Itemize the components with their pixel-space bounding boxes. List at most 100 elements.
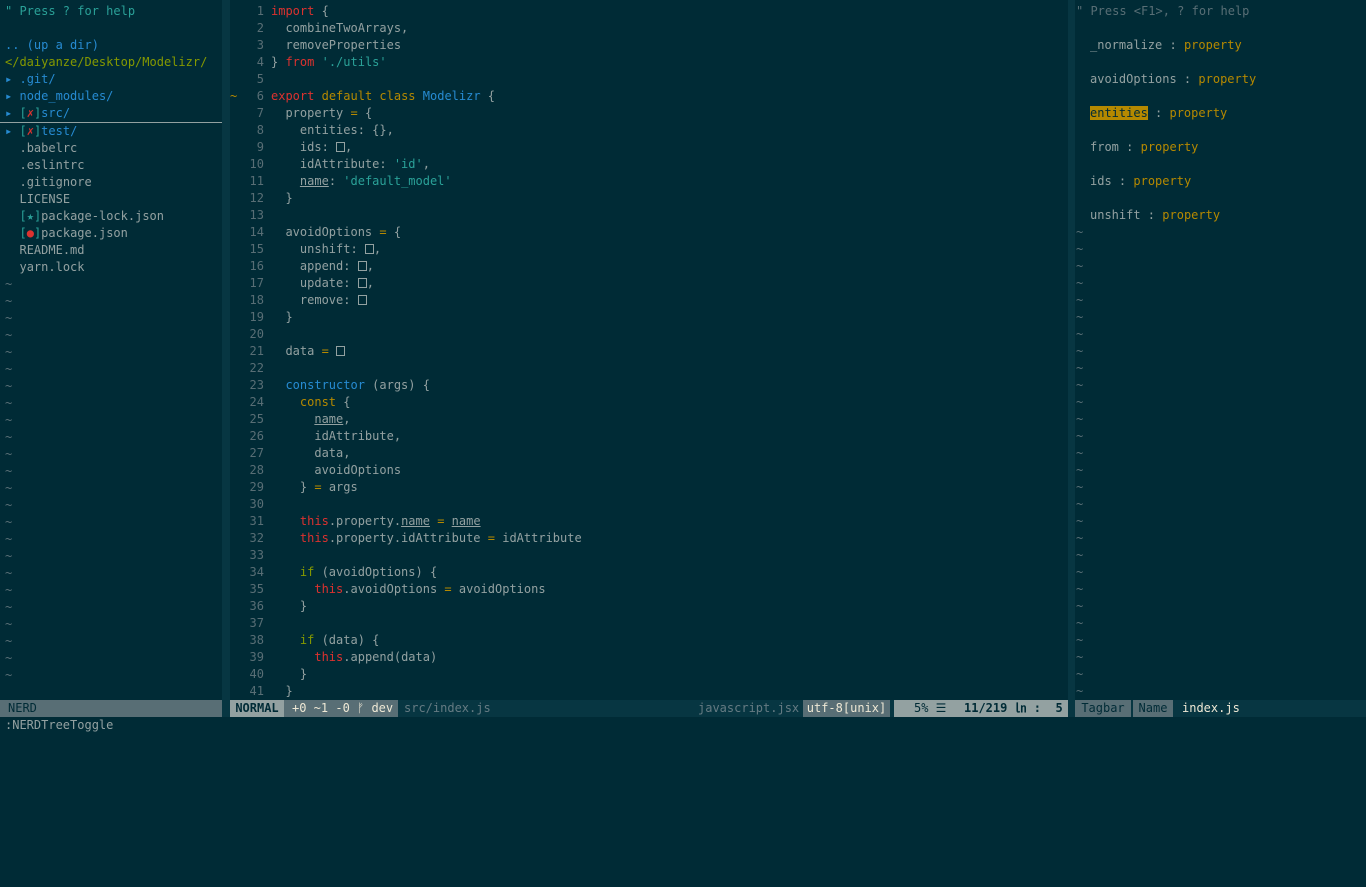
code-line[interactable]: 8 entities: {},: [230, 122, 1068, 139]
sign-column: [230, 462, 238, 479]
line-content: property = {: [264, 106, 372, 120]
empty-line-marker: ~: [5, 396, 13, 410]
sign-column: [230, 275, 238, 292]
code-line[interactable]: 12 }: [230, 190, 1068, 207]
tag-name: avoidOptions: [1090, 72, 1177, 86]
code-token: this: [299, 531, 329, 545]
sign-column: [230, 377, 238, 394]
code-line[interactable]: 22: [230, 360, 1068, 377]
line-content: this.property.idAttribute = idAttribute: [264, 531, 582, 545]
line-content: [264, 548, 271, 562]
code-line[interactable]: 4} from './utils': [230, 54, 1068, 71]
vertical-split-right[interactable]: [1068, 0, 1075, 717]
tagbar-tag-item[interactable]: avoidOptions : property: [1075, 71, 1366, 88]
code-line[interactable]: 1 import {: [230, 3, 1068, 20]
code-token: removeProperties: [271, 38, 402, 52]
code-line[interactable]: 10 idAttribute: 'id',: [230, 156, 1068, 173]
line-number: 15: [249, 242, 264, 256]
code-line[interactable]: 27 data,: [230, 445, 1068, 462]
code-line[interactable]: 5: [230, 71, 1068, 88]
code-line[interactable]: 36 }: [230, 598, 1068, 615]
line-number: 20: [249, 327, 264, 341]
code-line[interactable]: 39 this.append(data): [230, 649, 1068, 666]
line-content: } = args: [264, 480, 358, 494]
sign-column: [230, 258, 238, 275]
code-line[interactable]: 38 if (data) {: [230, 632, 1068, 649]
sign-column: [230, 615, 238, 632]
code-line[interactable]: 9 ids: ,: [230, 139, 1068, 156]
sign-column: [230, 3, 238, 20]
line-number: 1: [256, 4, 264, 18]
code-line[interactable]: 11 name: 'default_model': [230, 173, 1068, 190]
tagbar-tag-item[interactable]: entities : property: [1075, 105, 1366, 122]
nerdtree-status-label: NERD: [0, 700, 222, 717]
nerdtree-file-item[interactable]: .babelrc: [0, 140, 222, 157]
tagbar-tag-item[interactable]: unshift : property: [1075, 207, 1366, 224]
sign-column: [230, 666, 238, 683]
code-line[interactable]: 23 constructor (args) {: [230, 377, 1068, 394]
code-line[interactable]: 18 remove:: [230, 292, 1068, 309]
line-number: 7: [256, 106, 264, 120]
code-line[interactable]: 37: [230, 615, 1068, 632]
code-line[interactable]: 7 property = {: [230, 105, 1068, 122]
nerdtree-root[interactable]: </daiyanze/Desktop/Modelizr/: [0, 54, 222, 71]
code-line[interactable]: 35 this.avoidOptions = avoidOptions: [230, 581, 1068, 598]
code-line[interactable]: 41 }: [230, 683, 1068, 698]
sign-column: [230, 632, 238, 649]
code-line[interactable]: 31 this.property.name = name: [230, 513, 1068, 530]
code-line[interactable]: 19 }: [230, 309, 1068, 326]
tagbar-tag-item[interactable]: _normalize : property: [1075, 37, 1366, 54]
code-line[interactable]: 21 data =: [230, 343, 1068, 360]
tagbar-tag-item[interactable]: from : property: [1075, 139, 1366, 156]
nerdtree-file-item[interactable]: LICENSE: [0, 191, 222, 208]
line-content: avoidOptions = {: [264, 225, 401, 239]
code-line[interactable]: ~6 export default class Modelizr {: [230, 88, 1068, 105]
code-line[interactable]: 32 this.property.idAttribute = idAttribu…: [230, 530, 1068, 547]
code-line[interactable]: 30: [230, 496, 1068, 513]
code-line[interactable]: 25 name,: [230, 411, 1068, 428]
nerdtree-dir-item[interactable]: ▸ [✗]test/: [0, 123, 222, 140]
vertical-split-left[interactable]: [222, 0, 230, 717]
code-token: export: [271, 89, 315, 103]
tagbar-pane[interactable]: " Press <F1>, ? for help _normalize : pr…: [1075, 3, 1366, 698]
code-line[interactable]: 3 removeProperties: [230, 37, 1068, 54]
code-line[interactable]: 2 combineTwoArrays,: [230, 20, 1068, 37]
sign-column: [230, 394, 238, 411]
code-line[interactable]: 28 avoidOptions: [230, 462, 1068, 479]
line-content: [264, 72, 271, 86]
nerdtree-file-item[interactable]: .gitignore: [0, 174, 222, 191]
nerdtree-dir-item[interactable]: ▸ [✗]src/: [0, 105, 222, 123]
code-line[interactable]: 13: [230, 207, 1068, 224]
code-line[interactable]: 15 unshift: ,: [230, 241, 1068, 258]
line-content: import {: [264, 4, 329, 18]
code-line[interactable]: 29 } = args: [230, 479, 1068, 496]
code-line[interactable]: 14 avoidOptions = {: [230, 224, 1068, 241]
line-number: 39: [249, 650, 264, 664]
nerdtree-file-item[interactable]: yarn.lock: [0, 259, 222, 276]
nerdtree-dir-item[interactable]: ▸ node_modules/: [0, 88, 222, 105]
code-line[interactable]: 26 idAttribute,: [230, 428, 1068, 445]
nerdtree-dir-item[interactable]: ▸ .git/: [0, 71, 222, 88]
code-token: {: [357, 106, 373, 120]
line-number: 24: [249, 395, 264, 409]
code-line[interactable]: 17 update: ,: [230, 275, 1068, 292]
nerdtree-file-item[interactable]: README.md: [0, 242, 222, 259]
code-line[interactable]: 33: [230, 547, 1068, 564]
code-line[interactable]: 40 }: [230, 666, 1068, 683]
nerdtree-file-item[interactable]: .eslintrc: [0, 157, 222, 174]
nerdtree-up-dir[interactable]: .. (up a dir): [0, 37, 222, 54]
nerdtree-file-item[interactable]: [●]package.json: [0, 225, 222, 242]
code-line[interactable]: 24 const {: [230, 394, 1068, 411]
sign-column: [230, 224, 238, 241]
code-line[interactable]: 34 if (avoidOptions) {: [230, 564, 1068, 581]
code-line[interactable]: 20: [230, 326, 1068, 343]
nerdtree-pane[interactable]: " Press ? for help .. (up a dir) </daiya…: [0, 3, 222, 698]
nerdtree-file-item[interactable]: [★]package-lock.json: [0, 208, 222, 225]
line-number: 4: [256, 55, 264, 69]
code-line[interactable]: 16 append: ,: [230, 258, 1068, 275]
tagbar-tag-item[interactable]: ids : property: [1075, 173, 1366, 190]
tag-kind: property: [1162, 208, 1221, 222]
command-line[interactable]: :NERDTreeToggle: [0, 717, 1366, 745]
code-token: {: [314, 4, 329, 18]
editor-pane[interactable]: 1 import { 2 combineTwoArrays, 3 removePr…: [230, 3, 1068, 698]
